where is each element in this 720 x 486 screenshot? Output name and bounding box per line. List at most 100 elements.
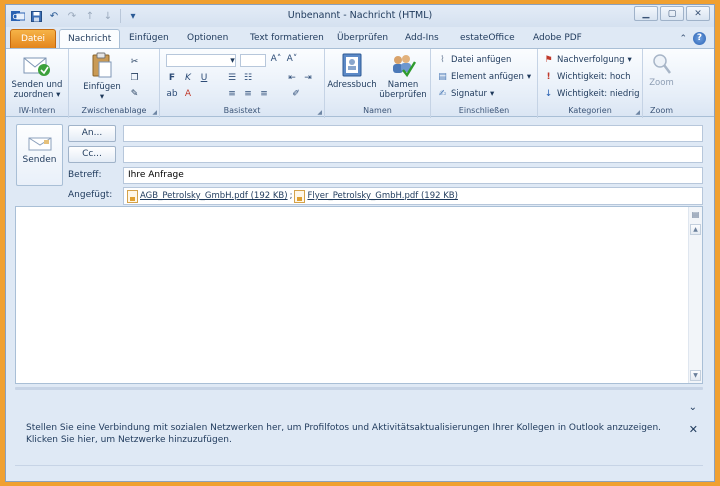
attach-item-icon: ▤ xyxy=(438,71,447,82)
group-iw-intern: Senden und zuordnen ▾ IW-Intern xyxy=(6,49,69,118)
tab-file[interactable]: Datei xyxy=(10,29,56,49)
close-window-button[interactable]: ✕ xyxy=(686,6,710,21)
pdf-file-icon xyxy=(127,189,138,203)
importance-high-label: Wichtigkeit: hoch xyxy=(557,71,631,82)
attachment-name: Flyer_Petrolsky_GmbH.pdf (192 KB) xyxy=(307,191,458,201)
paste-icon xyxy=(92,52,112,78)
signature-label: Signatur xyxy=(451,88,487,99)
address-book-label: Adressbuch xyxy=(327,80,377,90)
cc-button[interactable]: Cc... xyxy=(68,146,116,163)
italic-icon[interactable]: K xyxy=(182,73,194,83)
tab-options[interactable]: Optionen xyxy=(179,29,236,49)
send-envelope-icon xyxy=(28,137,51,151)
align-right-icon[interactable]: ≡ xyxy=(258,89,270,99)
zoom-button[interactable]: Zoom xyxy=(645,52,678,88)
bold-icon[interactable]: F xyxy=(166,73,178,83)
attachment-item[interactable]: Flyer_Petrolsky_GmbH.pdf (192 KB) xyxy=(294,189,458,203)
follow-up-button[interactable]: ⚑ Nachverfolgung ▾ xyxy=(543,52,631,67)
font-size-combo[interactable] xyxy=(240,54,266,67)
increase-indent-icon[interactable]: ⇥ xyxy=(302,73,314,83)
check-names-button[interactable]: Namen überprüfen xyxy=(377,52,429,100)
attach-file-button[interactable]: ⌇ Datei anfügen xyxy=(437,52,511,67)
font-color-icon[interactable]: A xyxy=(182,89,194,99)
expand-people-pane-icon[interactable]: ⌄ xyxy=(689,402,697,413)
importance-high-button[interactable]: ! Wichtigkeit: hoch xyxy=(543,69,631,84)
maximize-button[interactable]: ▢ xyxy=(660,6,684,21)
align-left-icon[interactable]: ≡ xyxy=(226,89,238,99)
bottom-divider xyxy=(15,465,703,466)
cut-icon[interactable]: ✂ xyxy=(129,54,140,69)
ruler-toggle-icon[interactable]: ▤ xyxy=(690,210,701,221)
window-title: Unbenannt - Nachricht (HTML) xyxy=(287,10,433,21)
scroll-up-button[interactable]: ▲ xyxy=(690,224,701,235)
format-painter-icon[interactable]: ✎ xyxy=(129,86,140,101)
magnifier-icon xyxy=(652,54,671,74)
underline-icon[interactable]: U xyxy=(198,73,210,83)
font-size-buttons: A˄ A˅ xyxy=(270,54,298,64)
indent-buttons: ⇤ ⇥ xyxy=(286,73,314,83)
group-label-basic-text: Basistext xyxy=(223,106,261,115)
highlight-icon[interactable]: ab xyxy=(166,89,178,99)
to-field[interactable] xyxy=(123,125,703,142)
subject-field[interactable]: Ihre Anfrage xyxy=(123,167,703,184)
to-button[interactable]: An... xyxy=(68,125,116,142)
send-and-file-button[interactable]: Senden und zuordnen ▾ xyxy=(8,52,66,100)
shrink-font-icon[interactable]: A˅ xyxy=(286,54,298,64)
message-body[interactable]: ▤ ▲ ▼ xyxy=(15,206,703,384)
numbering-icon[interactable]: ☷ xyxy=(242,73,254,83)
font-name-combo[interactable] xyxy=(166,54,236,67)
bullets-icon[interactable]: ☰ xyxy=(226,73,238,83)
tab-insert[interactable]: Einfügen xyxy=(121,29,177,49)
importance-low-label: Wichtigkeit: niedrig xyxy=(557,88,640,99)
minimize-button[interactable]: ▁ xyxy=(634,6,658,21)
send-button[interactable]: Senden xyxy=(16,124,63,186)
address-book-button[interactable]: Adressbuch xyxy=(327,52,377,90)
clear-format-buttons: ✐ xyxy=(290,89,302,99)
tab-format-text[interactable]: Text formatieren xyxy=(242,29,332,49)
people-pane-splitter[interactable] xyxy=(15,387,703,390)
help-icon[interactable]: ? xyxy=(693,32,706,45)
group-zoom: Zoom Zoom xyxy=(643,49,680,118)
tab-message[interactable]: Nachricht xyxy=(59,29,121,50)
zoom-button-label: Zoom xyxy=(649,78,674,88)
people-pane: ⌄ Stellen Sie eine Verbindung mit sozial… xyxy=(15,392,703,464)
group-names: Adressbuch Namen überprüfen Namen xyxy=(325,49,431,118)
tab-review[interactable]: Überprüfen xyxy=(329,29,396,49)
group-label-include: Einschließen xyxy=(458,106,510,115)
outlook-message-window: O ↶ ↷ ↑ ↓ ▾ Unbenannt - Nachricht (HTML)… xyxy=(5,4,715,482)
attachments-field: AGB_Petrolsky_GmbH.pdf (192 KB) ; Flyer_… xyxy=(123,187,703,205)
signature-button[interactable]: ✍ Signatur ▾ xyxy=(437,86,495,101)
paste-button[interactable]: Einfügen ▾ xyxy=(81,52,123,102)
minimize-ribbon-icon[interactable]: ⌃ xyxy=(679,34,687,44)
group-label-clipboard: Zwischenablage xyxy=(81,106,147,115)
window-controls: ▁ ▢ ✕ xyxy=(634,6,710,21)
cc-field[interactable] xyxy=(123,146,703,163)
close-message-icon[interactable]: ✕ xyxy=(689,423,698,436)
attachment-item[interactable]: AGB_Petrolsky_GmbH.pdf (192 KB) xyxy=(127,189,288,203)
decrease-indent-icon[interactable]: ⇤ xyxy=(286,73,298,83)
send-label: Senden xyxy=(22,155,57,165)
tab-adobe-pdf[interactable]: Adobe PDF xyxy=(525,29,590,49)
group-include: ⌇ Datei anfügen ▤ Element anfügen ▾ ✍ Si… xyxy=(431,49,538,118)
basic-text-launcher-icon[interactable]: ◢ xyxy=(317,109,322,116)
clear-formatting-icon[interactable]: ✐ xyxy=(290,89,302,99)
attach-item-label: Element anfügen xyxy=(451,71,524,82)
group-label-names: Namen xyxy=(363,106,392,115)
social-network-message[interactable]: Stellen Sie eine Verbindung mit sozialen… xyxy=(26,422,676,446)
ribbon-tabs: Datei Nachricht Einfügen Optionen Text f… xyxy=(6,27,714,50)
scroll-down-button[interactable]: ▼ xyxy=(690,370,701,381)
tab-estateoffice[interactable]: estateOffice xyxy=(452,29,523,49)
grow-font-icon[interactable]: A˄ xyxy=(270,54,282,64)
body-scrollbar[interactable]: ▤ ▲ ▼ xyxy=(688,207,702,383)
copy-icon[interactable]: ❐ xyxy=(129,70,140,85)
align-center-icon[interactable]: ≡ xyxy=(242,89,254,99)
clipboard-launcher-icon[interactable]: ◢ xyxy=(152,109,157,116)
paperclip-icon: ⌇ xyxy=(440,54,445,65)
attach-item-button[interactable]: ▤ Element anfügen ▾ xyxy=(437,69,531,84)
check-names-label-2: überprüfen xyxy=(379,90,427,100)
font-name-dropdown-icon[interactable]: ▾ xyxy=(227,53,238,68)
importance-low-button[interactable]: ↓ Wichtigkeit: niedrig xyxy=(543,86,640,101)
attachment-name: AGB_Petrolsky_GmbH.pdf (192 KB) xyxy=(140,191,288,201)
tab-add-ins[interactable]: Add-Ins xyxy=(397,29,447,49)
tags-launcher-icon[interactable]: ◢ xyxy=(635,109,640,116)
